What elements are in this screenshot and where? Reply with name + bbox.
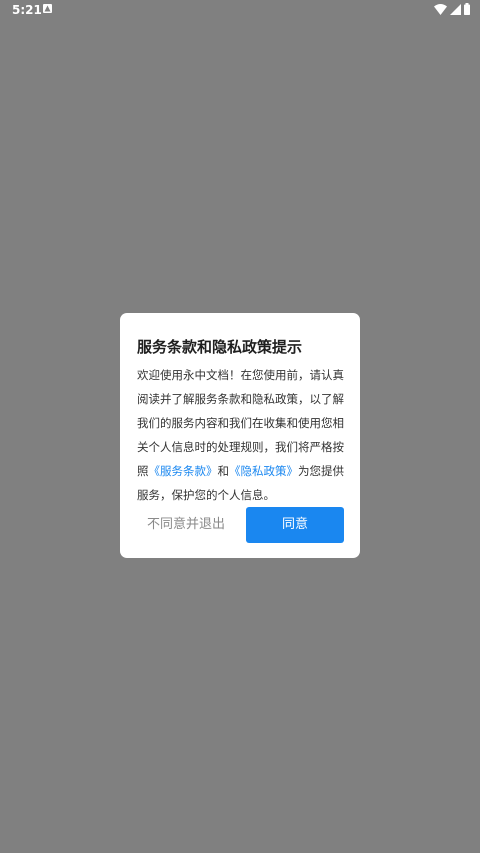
battery-icon: [464, 0, 470, 19]
disagree-exit-button[interactable]: 不同意并退出: [137, 508, 235, 542]
notification-icon: [43, 4, 52, 13]
agree-button[interactable]: 同意: [246, 507, 344, 543]
signal-icon: [450, 0, 461, 19]
status-icons: [434, 3, 470, 16]
body-intro-text: 欢迎使用永中文档！在您使用前，请认真阅读并了解服务条款和隐私政策，以了解我们的服…: [137, 368, 344, 478]
privacy-policy-link[interactable]: 《隐私政策》: [229, 464, 298, 478]
terms-of-service-link[interactable]: 《服务条款》: [149, 464, 218, 478]
privacy-dialog: 服务条款和隐私政策提示 欢迎使用永中文档！在您使用前，请认真阅读并了解服务条款和…: [120, 313, 360, 558]
dialog-body: 欢迎使用永中文档！在您使用前，请认真阅读并了解服务条款和隐私政策，以了解我们的服…: [137, 363, 345, 507]
body-and-text: 和: [217, 464, 230, 478]
status-bar: 5:21: [0, 0, 480, 20]
wifi-icon: [434, 0, 447, 19]
dialog-title: 服务条款和隐私政策提示: [137, 338, 303, 356]
status-time: 5:21: [12, 3, 42, 17]
